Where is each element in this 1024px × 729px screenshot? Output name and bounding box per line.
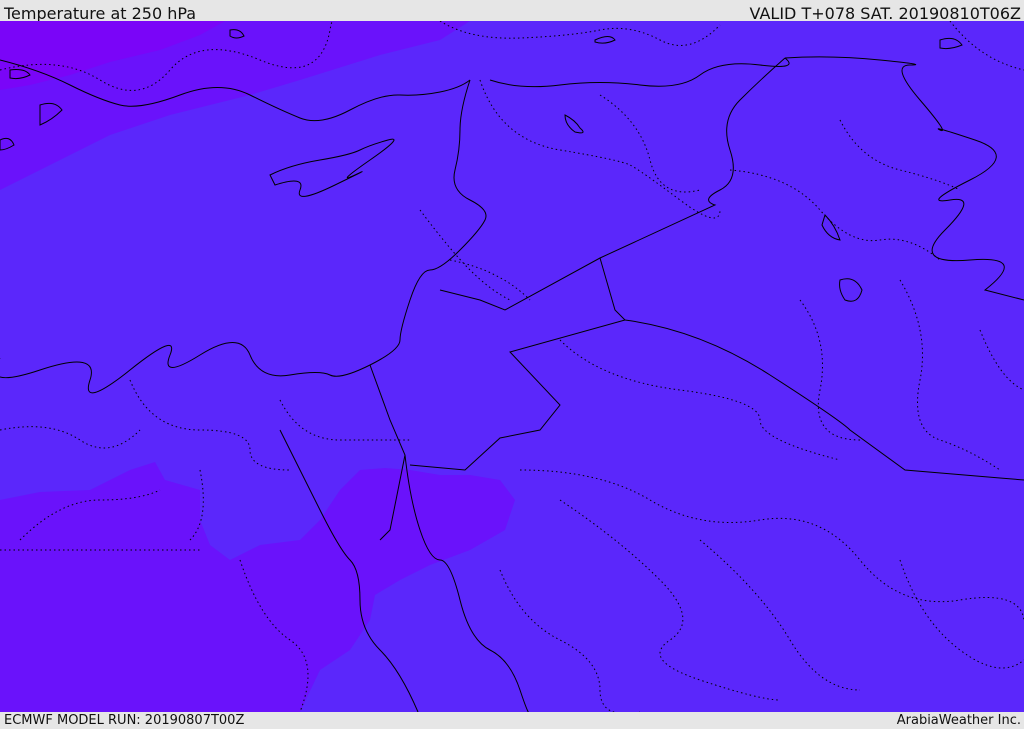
credit-label: ArabiaWeather Inc. xyxy=(896,713,1021,728)
temperature-map[interactable] xyxy=(0,21,1024,712)
header-bar: Temperature at 250 hPa VALID T+078 SAT. … xyxy=(0,0,1024,23)
model-run-label: ECMWF MODEL RUN: 20190807T00Z xyxy=(4,713,245,728)
footer-bar: ECMWF MODEL RUN: 20190807T00Z ArabiaWeat… xyxy=(0,712,1024,729)
